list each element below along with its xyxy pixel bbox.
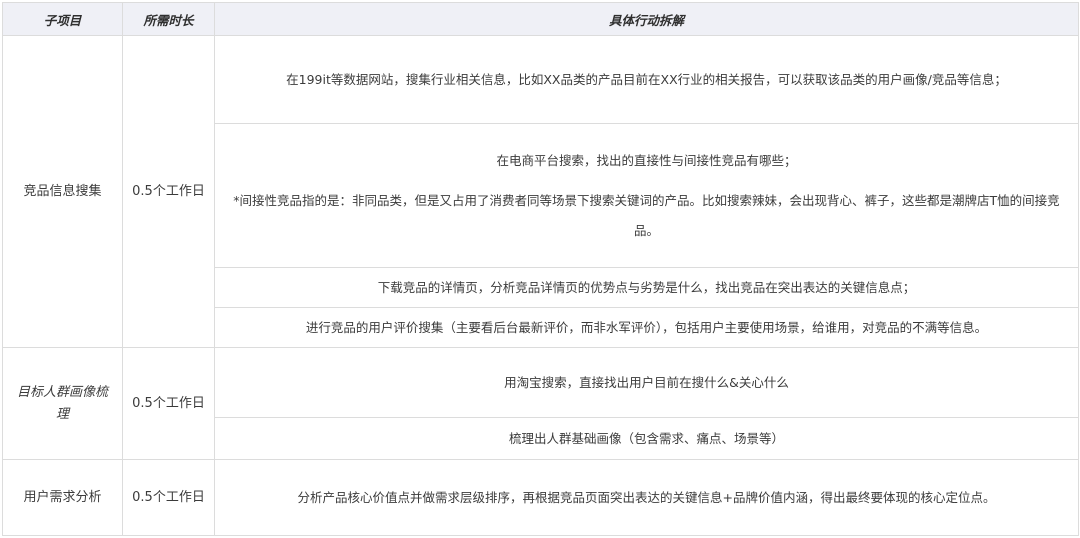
table-row: 竞品信息搜集 0.5个工作日 在199it等数据网站，搜集行业相关信息，比如XX… <box>2 35 1079 348</box>
action-text: 分析产品核心价值点并做需求层级排序，再根据竞品页面突出表达的关键信息+品牌价值内… <box>297 489 996 505</box>
header-subitem: 子项目 <box>2 2 123 36</box>
duration-cell: 0.5个工作日 <box>122 459 215 536</box>
action-plan-table: 子项目 所需时长 具体行动拆解 竞品信息搜集 0.5个工作日 在199it等数据… <box>2 2 1079 536</box>
duration-cell: 0.5个工作日 <box>122 35 215 348</box>
action-text: 进行竞品的用户评价搜集（主要看后台最新评价，而非水军评价），包括用户主要使用场景… <box>305 319 988 335</box>
header-actions: 具体行动拆解 <box>214 2 1079 36</box>
action-text: 用淘宝搜索，直接找出用户目前在搜什么&关心什么 <box>504 374 789 390</box>
action-cell: 梳理出人群基础画像（包含需求、痛点、场景等） <box>214 417 1079 460</box>
action-cell: 用淘宝搜索，直接找出用户目前在搜什么&关心什么 <box>214 347 1079 418</box>
header-row: 子项目 所需时长 具体行动拆解 <box>2 2 1079 36</box>
table-row: 用户需求分析 0.5个工作日 分析产品核心价值点并做需求层级排序，再根据竞品页面… <box>2 459 1079 536</box>
table-row: 目标人群画像梳理 0.5个工作日 用淘宝搜索，直接找出用户目前在搜什么&关心什么 <box>2 347 1079 460</box>
action-note: *间接性竞品指的是：非同品类，但是又占用了消费者同等场景下搜索关键词的产品。比如… <box>233 192 1060 238</box>
action-cell: 分析产品核心价值点并做需求层级排序，再根据竞品页面突出表达的关键信息+品牌价值内… <box>214 459 1079 536</box>
subitem-cell: 用户需求分析 <box>2 459 123 536</box>
action-cell: 在电商平台搜索，找出的直接性与间接性竞品有哪些； *间接性竞品指的是：非同品类，… <box>214 123 1079 268</box>
action-cell: 进行竞品的用户评价搜集（主要看后台最新评价，而非水军评价），包括用户主要使用场景… <box>214 307 1079 348</box>
subitem-cell: 竞品信息搜集 <box>2 35 123 348</box>
action-text: 梳理出人群基础画像（包含需求、痛点、场景等） <box>508 430 784 446</box>
action-text: 在199it等数据网站，搜集行业相关信息，比如XX品类的产品目前在XX行业的相关… <box>286 71 1007 87</box>
subitem-cell: 目标人群画像梳理 <box>2 347 123 460</box>
duration-cell: 0.5个工作日 <box>122 347 215 460</box>
action-text: 在电商平台搜索，找出的直接性与间接性竞品有哪些； <box>496 152 797 168</box>
header-duration: 所需时长 <box>122 2 215 36</box>
action-text: 下载竞品的详情页，分析竞品详情页的优势点与劣势是什么，找出竞品在突出表达的关键信… <box>377 279 916 295</box>
action-cell: 在199it等数据网站，搜集行业相关信息，比如XX品类的产品目前在XX行业的相关… <box>214 35 1079 124</box>
action-cell: 下载竞品的详情页，分析竞品详情页的优势点与劣势是什么，找出竞品在突出表达的关键信… <box>214 267 1079 308</box>
